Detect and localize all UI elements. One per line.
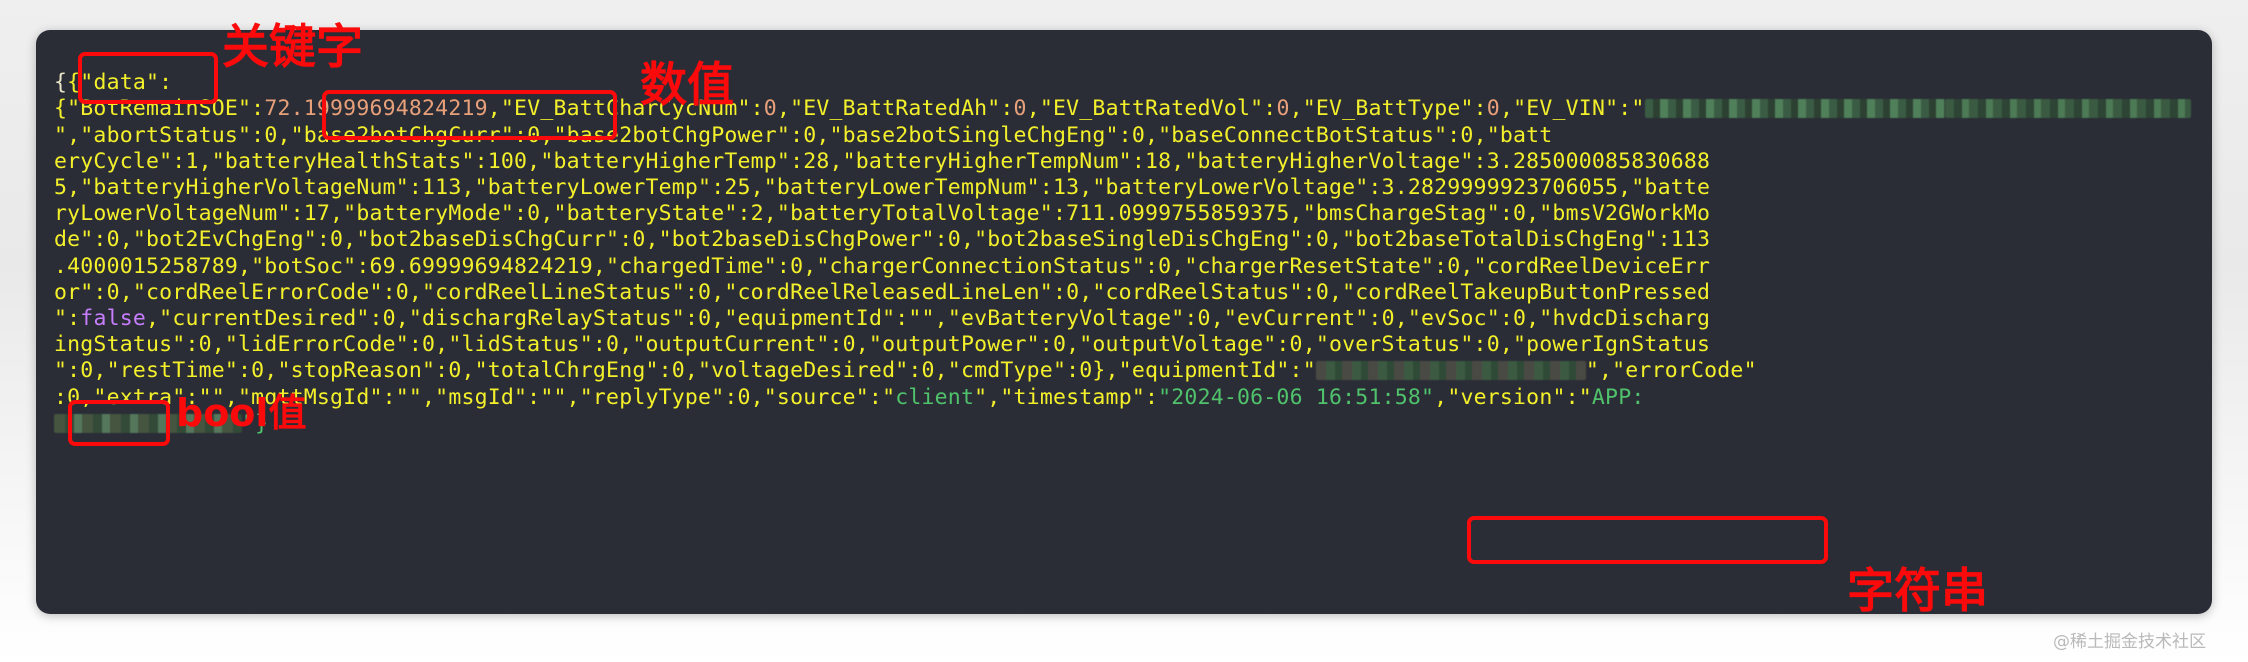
ev-battratedvol-value: 0 bbox=[1276, 96, 1290, 122]
json-line-13-b: ","timestamp": bbox=[974, 384, 1159, 410]
json-line-2-f: ,"EV_BattRatedVol": bbox=[1026, 96, 1277, 122]
bot-remain-soe-value: 72.19999694824219 bbox=[264, 96, 488, 122]
redacted-equipment-id-value bbox=[1315, 361, 1586, 381]
timestamp-value: "2024-06-06 16:51:58" bbox=[1158, 384, 1435, 410]
json-line-13-c: ,"version":" bbox=[1434, 384, 1592, 410]
cordreel-takeup-button-pressed-value: false bbox=[80, 306, 147, 332]
ev-battcharcycnum-value: 0 bbox=[763, 96, 777, 122]
json-line-8: .4000015258789,"botSoc":69.6999969482421… bbox=[54, 253, 1711, 279]
redacted-vin-value bbox=[1644, 99, 1945, 119]
json-line-10-b: ,"currentDesired":0,"dischargRelayStatus… bbox=[146, 306, 1711, 332]
json-line-12-a: ":0,"restTime":0,"stopReason":0,"totalCh… bbox=[54, 358, 1316, 384]
json-line-13-a: :0,"extra":"","mqttMsgId":"","msgId":"",… bbox=[54, 384, 896, 410]
redacted-version-value bbox=[54, 413, 242, 433]
json-line-9: or":0,"cordReelErrorCode":0,"cordReelLin… bbox=[54, 279, 1711, 305]
screenshot-root: {{"data": {"BotRemainSOE":72.19999694824… bbox=[0, 0, 2248, 662]
redacted-vin-value-wrap bbox=[1944, 99, 2191, 119]
watermark-text: @稀土掘金技术社区 bbox=[2053, 632, 2206, 652]
json-code-panel[interactable]: {{"data": {"BotRemainSOE":72.19999694824… bbox=[36, 30, 2212, 614]
json-line-3-tail: ","abortStatus": bbox=[54, 122, 265, 148]
json-open-brace: { bbox=[54, 70, 68, 96]
version-value: APP: bbox=[1591, 384, 1645, 410]
source-value: client bbox=[895, 384, 975, 410]
json-line-14-tail: "} bbox=[242, 410, 269, 436]
json-line-4: eryCycle":1,"batteryHealthStats":100,"ba… bbox=[54, 148, 1711, 174]
json-line-11: ingStatus":0,"lidErrorCode":0,"lidStatus… bbox=[54, 332, 1711, 358]
json-line-5: 5,"batteryHigherVoltageNum":113,"battery… bbox=[54, 175, 1711, 201]
json-line-7: de":0,"bot2EvChgEng":0,"bot2baseDisChgCu… bbox=[54, 227, 1711, 253]
json-line-3: 0,"base2botChgCurr":0,"base2botChgPower"… bbox=[264, 122, 1553, 148]
json-line-6: ryLowerVoltageNum":17,"batteryMode":0,"b… bbox=[54, 201, 1711, 227]
json-line-2-key: {"BotRemainSOE": bbox=[54, 96, 265, 122]
json-line-2-b: ,"EV_BattCharCycNum": bbox=[487, 96, 764, 122]
json-line-12-b: ","errorCode" bbox=[1585, 358, 1757, 384]
json-line-2-d: ,"EV_BattRatedAh": bbox=[776, 96, 1014, 122]
json-line-10-a: ": bbox=[54, 306, 81, 332]
json-line-1: {"data": bbox=[67, 70, 173, 96]
json-code-text: {{"data": {"BotRemainSOE":72.19999694824… bbox=[54, 44, 2206, 437]
json-line-2-j: ,"EV_VIN":" bbox=[1499, 96, 1645, 122]
ev-batttype-value: 0 bbox=[1486, 96, 1500, 122]
json-line-2-h: ,"EV_BattType": bbox=[1289, 96, 1487, 122]
ev-battratedah-value: 0 bbox=[1013, 96, 1027, 122]
